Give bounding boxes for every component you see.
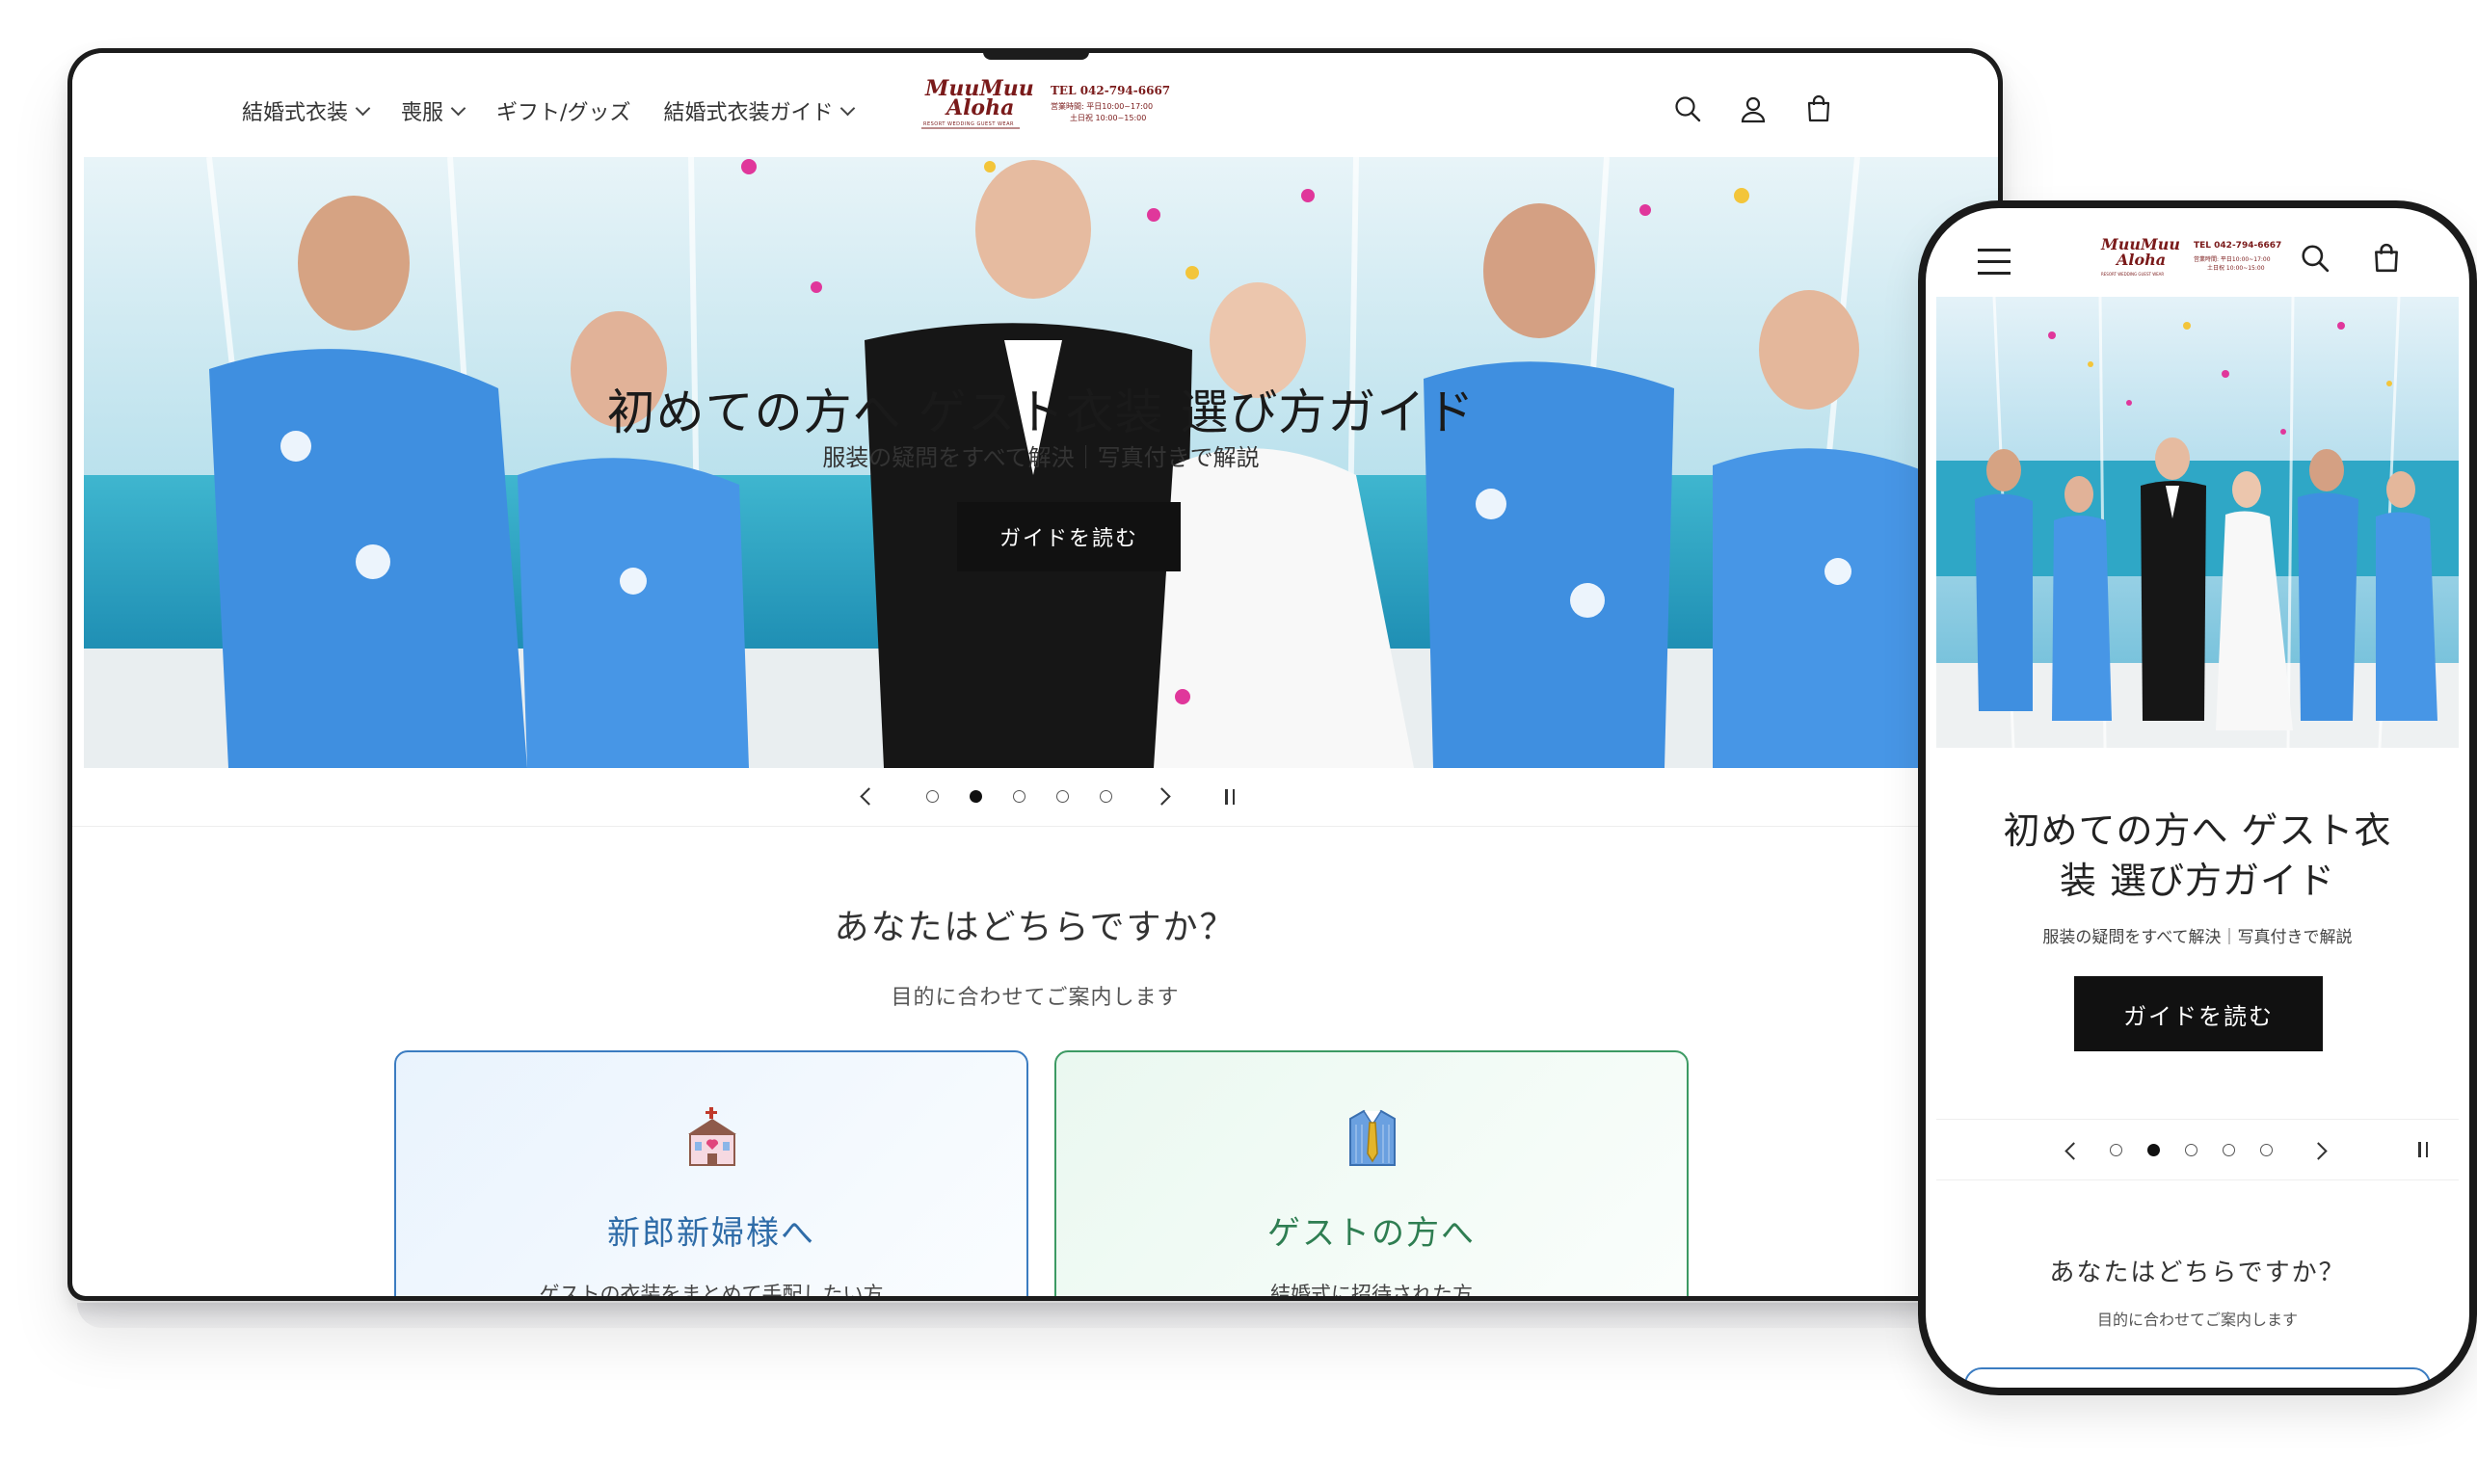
slide-prev-arrow-icon[interactable] (2064, 1142, 2083, 1160)
hero-title: 初めての方へ ゲスト衣装 選び方ガイド (606, 384, 1476, 440)
mobile-hero-title-line1: 初めての方へ ゲスト衣 (2003, 809, 2392, 852)
shirt-tie-icon (1349, 1109, 1396, 1166)
laptop-frame: 結婚式衣装 喪服 ギフト/グッズ 結婚式衣装ガイド MuuMuu Aloha R… (67, 48, 2003, 1301)
logo-hours-weekend: 土日祝 10:00~15:00 (2207, 265, 2265, 272)
slide-prev-arrow-icon[interactable] (860, 787, 878, 806)
slide-dot-active[interactable] (2147, 1144, 2160, 1156)
slide-next-arrow-icon[interactable] (2309, 1142, 2328, 1160)
nav-item-gifts[interactable]: ギフト/グッズ (496, 95, 630, 126)
nav-item-label: 結婚式衣装 (242, 101, 349, 125)
nav-item-guide[interactable]: 結婚式衣装ガイド (663, 95, 856, 126)
logo-hours-weekday: 営業時間: 平日10:00~17:00 (1051, 102, 1154, 111)
slide-dot[interactable] (2223, 1144, 2235, 1156)
slide-dot[interactable] (2260, 1144, 2273, 1156)
desktop-main-nav: 結婚式衣装 喪服 ギフト/グッズ 結婚式衣装ガイド (242, 95, 856, 126)
mobile-slideshow-controls (1936, 1119, 2459, 1180)
nav-item-label: 喪服 (401, 101, 444, 125)
chevron-down-icon (355, 100, 371, 116)
mobile-couple-card[interactable] (1964, 1367, 2431, 1388)
mobile-hero-image[interactable] (1936, 297, 2459, 748)
slide-dots (926, 790, 1112, 803)
logo-tagline: RESORT WEDDING GUEST WEAR (2101, 272, 2165, 277)
slide-next-arrow-icon[interactable] (1153, 787, 1171, 806)
mobile-screen: MuuMuu Aloha RESORT WEDDING GUEST WEAR T… (1926, 208, 2469, 1388)
slide-pause-icon[interactable] (1225, 789, 1235, 805)
mobile-audience-subtitle: 目的に合わせてご案内します (2096, 1311, 2298, 1329)
nav-item-label: 結婚式衣装ガイド (663, 101, 834, 125)
mobile-hero-title: 初めての方へ ゲスト衣 装 選び方ガイド (1926, 806, 2469, 906)
desktop-header: 結婚式衣装 喪服 ギフト/グッズ 結婚式衣装ガイド MuuMuu Aloha R… (72, 53, 1998, 157)
slide-dot-active[interactable] (970, 790, 982, 803)
slide-dot[interactable] (926, 790, 939, 803)
header-actions (1672, 93, 1834, 124)
nav-item-wedding-attire[interactable]: 結婚式衣装 (242, 95, 371, 126)
mobile-header: MuuMuu Aloha RESORT WEDDING GUEST WEAR T… (1926, 208, 2469, 297)
phone-frame: MuuMuu Aloha RESORT WEDDING GUEST WEAR T… (1918, 200, 2477, 1395)
logo-line2: Aloha (946, 95, 1015, 120)
logo-tagline: RESORT WEDDING GUEST WEAR (923, 121, 1014, 127)
guest-card[interactable]: ゲストの方へ 結婚式に招待された方 (1054, 1050, 1689, 1296)
hero-wedding-photo (1936, 297, 2459, 748)
menu-hamburger-icon[interactable] (1978, 249, 2011, 275)
hero-banner[interactable]: 初めての方へ ゲスト衣装 選び方ガイド 服装の疑問をすべて解決｜写真付きで解説 … (84, 157, 1998, 768)
desktop-screen: 結婚式衣装 喪服 ギフト/グッズ 結婚式衣装ガイド MuuMuu Aloha R… (72, 53, 1998, 1296)
audience-section-title: あなたはどちらですか？ (834, 908, 1237, 947)
guest-card-title: ゲストの方へ (1267, 1214, 1476, 1253)
search-icon[interactable] (2300, 243, 2331, 274)
chevron-down-icon (450, 100, 466, 116)
slide-dot[interactable] (2110, 1144, 2122, 1156)
chevron-down-icon (840, 100, 856, 116)
slide-dots (2110, 1144, 2273, 1156)
cart-icon[interactable] (2371, 243, 2402, 274)
slide-dot[interactable] (2185, 1144, 2197, 1156)
laptop-base-shadow (77, 1303, 1995, 1328)
slideshow-controls (72, 768, 1998, 827)
mobile-store-logo[interactable]: MuuMuu Aloha RESORT WEDDING GUEST WEAR T… (2097, 237, 2290, 283)
logo-line2: Aloha (2117, 251, 2167, 269)
nav-item-mourning[interactable]: 喪服 (401, 95, 466, 126)
logo-tel: TEL 042-794-6667 (1051, 84, 1171, 97)
guest-card-description: 結婚式に招待された方 (1270, 1283, 1473, 1296)
slide-dot[interactable] (1100, 790, 1112, 803)
slide-dot[interactable] (1013, 790, 1025, 803)
hero-subtitle: 服装の疑問をすべて解決｜写真付きで解説 (822, 444, 1260, 471)
couple-card-title: 新郎新婦様へ (607, 1214, 815, 1253)
logo-hours-weekend: 土日祝 10:00~15:00 (1070, 114, 1147, 122)
store-logo[interactable]: MuuMuu Aloha RESORT WEDDING GUEST WEAR T… (916, 78, 1170, 140)
logo-hours-weekday: 営業時間: 平日10:00~17:00 (2194, 256, 2271, 263)
couple-card-description: ゲストの衣装をまとめて手配したい方 (539, 1283, 884, 1296)
chapel-icon (688, 1107, 736, 1166)
search-icon[interactable] (1672, 93, 1703, 124)
account-icon[interactable] (1738, 93, 1769, 124)
mobile-hero-subtitle: 服装の疑問をすべて解決｜写真付きで解説 (2042, 928, 2353, 947)
mobile-hero-title-line2: 装 選び方ガイド (2059, 860, 2336, 902)
laptop-camera-notch (983, 48, 1089, 60)
audience-section-subtitle: 目的に合わせてご案内します (891, 986, 1180, 1010)
logo-tel: TEL 042-794-6667 (2194, 241, 2282, 251)
cart-icon[interactable] (1803, 93, 1834, 124)
slide-pause-icon[interactable] (2418, 1142, 2428, 1157)
slide-dot[interactable] (1056, 790, 1069, 803)
nav-item-label: ギフト/グッズ (496, 101, 631, 125)
read-guide-button[interactable]: ガイドを読む (957, 502, 1181, 571)
couple-card[interactable]: 新郎新婦様へ ゲストの衣装をまとめて手配したい方 (394, 1050, 1028, 1296)
mobile-read-guide-button[interactable]: ガイドを読む (2074, 976, 2323, 1051)
mobile-audience-title: あなたはどちらですか？ (2049, 1259, 2346, 1287)
